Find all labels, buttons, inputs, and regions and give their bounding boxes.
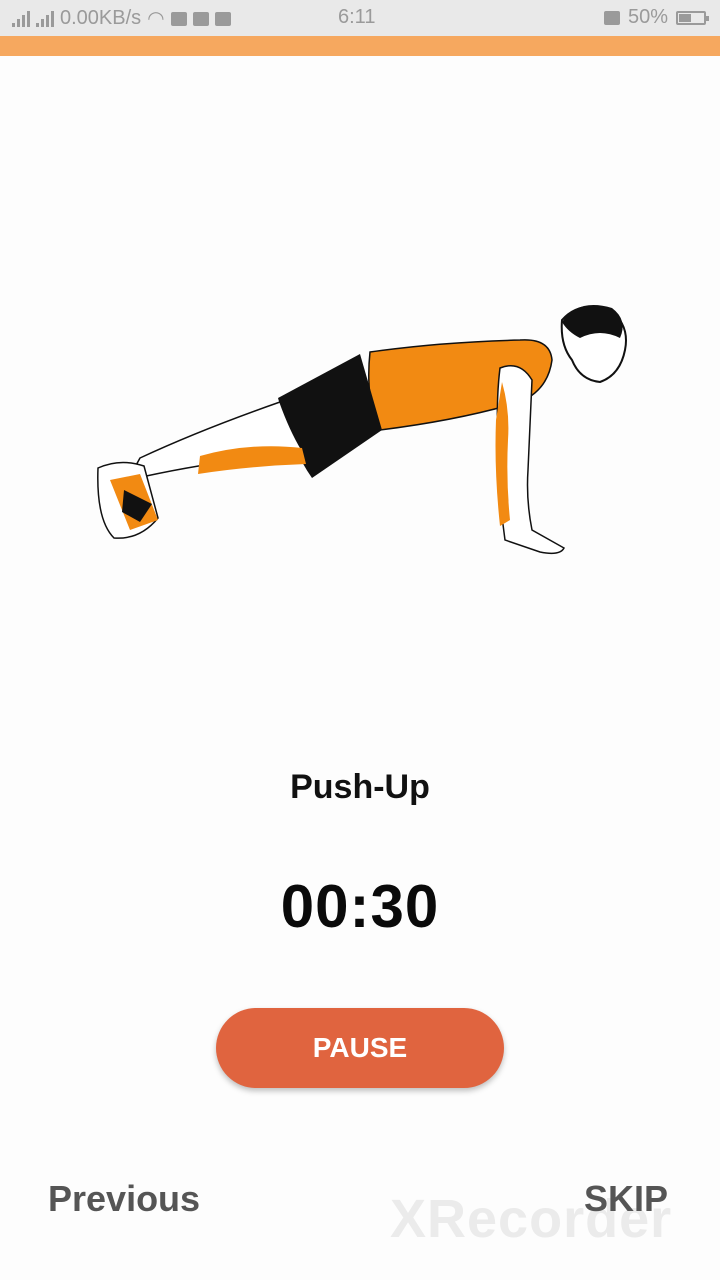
workout-screen: 0.00KB/s ◠ 6:11 50% Push-Up 00:30 PAUSE … xyxy=(0,0,720,1280)
status-time: 6:11 xyxy=(338,6,376,28)
battery-fill xyxy=(679,13,691,22)
status-left: 0.00KB/s ◠ xyxy=(12,6,231,31)
cast-icon xyxy=(603,10,620,25)
network-speed: 0.00KB/s xyxy=(60,7,142,29)
countdown-timer: 00:30 xyxy=(280,873,440,940)
signal-icon-2 xyxy=(36,10,54,27)
signal-icon xyxy=(12,10,30,27)
battery-icon xyxy=(676,10,709,25)
wifi-icon: ◠ xyxy=(147,8,165,30)
push-up-illustration xyxy=(97,305,627,555)
exercise-name: Push-Up xyxy=(290,768,430,806)
battery-percent: 50% xyxy=(627,6,668,28)
skip-button[interactable]: SKIP xyxy=(584,1178,668,1220)
status-bar: 0.00KB/s ◠ 6:11 50% xyxy=(0,0,720,36)
video-icon xyxy=(170,11,187,26)
status-right: 50% xyxy=(603,6,709,29)
person-icon xyxy=(192,11,209,26)
accent-bar xyxy=(0,36,720,56)
facebook-icon xyxy=(214,11,231,26)
pause-button[interactable]: PAUSE xyxy=(216,1008,504,1088)
previous-button[interactable]: Previous xyxy=(48,1178,200,1220)
